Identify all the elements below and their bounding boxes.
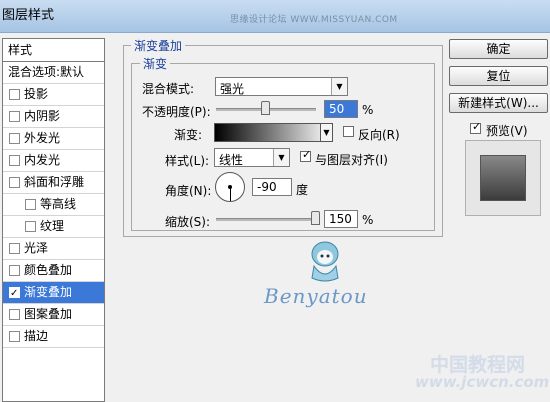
style-list-item[interactable]: 内阴影 (3, 106, 104, 128)
style-item-checkbox[interactable] (9, 331, 20, 342)
style-item-label: 内阴影 (24, 109, 61, 123)
preview-checkbox[interactable] (470, 120, 481, 134)
chevron-down-icon: ▼ (331, 78, 347, 95)
style-list-item[interactable]: 光泽 (3, 238, 104, 260)
style-item-checkbox[interactable] (9, 89, 20, 100)
style-item-checkbox[interactable] (25, 221, 36, 232)
blend-mode-select[interactable]: 强光 ▼ (215, 77, 348, 96)
opacity-label: 不透明度(P): (142, 105, 211, 119)
brand-signature: Benyatou (264, 284, 368, 308)
style-item-label: 渐变叠加 (24, 285, 73, 299)
gradient-label: 渐变: (174, 128, 203, 142)
blend-mode-value: 强光 (220, 82, 245, 96)
style-item-label: 内发光 (24, 153, 61, 167)
style-list-item[interactable]: 渐变叠加 (3, 282, 104, 304)
reset-button[interactable]: 复位 (449, 66, 548, 86)
angle-label: 角度(N): (165, 184, 212, 198)
style-item-checkbox[interactable] (9, 111, 20, 122)
angle-dial[interactable] (215, 172, 245, 202)
angle-unit: 度 (296, 183, 309, 197)
style-item-checkbox[interactable] (9, 177, 20, 188)
title-bar: 图层样式 思缘设计论坛 WWW.MISSYUAN.COM (0, 0, 550, 33)
gradient-subgroup-title: 渐变 (140, 55, 171, 72)
style-item-label: 光泽 (24, 241, 49, 255)
style-item-checkbox[interactable] (25, 199, 36, 210)
scale-slider-track[interactable] (216, 218, 316, 221)
style-item-checkbox[interactable] (9, 283, 20, 304)
style-list-panel: 样式 混合选项:默认投影内阴影外发光内发光斜面和浮雕等高线纹理光泽颜色叠加渐变叠… (2, 38, 105, 402)
style-item-checkbox[interactable] (9, 133, 20, 144)
style-select[interactable]: 线性 ▼ (214, 148, 290, 167)
angle-input[interactable]: -90 (252, 178, 292, 196)
align-with-layer-label: 与图层对齐(I) (315, 153, 388, 167)
angle-dial-needle (230, 187, 231, 201)
style-item-label: 纹理 (40, 219, 65, 233)
style-list: 混合选项:默认投影内阴影外发光内发光斜面和浮雕等高线纹理光泽颜色叠加渐变叠加图案… (3, 62, 104, 348)
blend-mode-label: 混合模式: (142, 82, 195, 96)
style-item-label: 混合选项:默认 (8, 65, 85, 79)
style-item-label: 外发光 (24, 131, 61, 145)
opacity-percent: % (362, 103, 374, 117)
style-item-label: 投影 (24, 87, 49, 101)
style-list-item[interactable]: 斜面和浮雕 (3, 172, 104, 194)
style-item-label: 图案叠加 (24, 307, 73, 321)
opacity-input[interactable]: 50 (324, 100, 358, 118)
style-list-item[interactable]: 投影 (3, 84, 104, 106)
opacity-slider-thumb[interactable] (261, 101, 270, 115)
watermark-text: 思缘设计论坛 WWW.MISSYUAN.COM (230, 15, 398, 25)
style-item-checkbox[interactable] (9, 155, 20, 166)
gradient-overlay-title: 渐变叠加 (131, 37, 186, 54)
scale-slider-thumb[interactable] (311, 211, 320, 225)
scale-label: 缩放(S): (165, 215, 211, 229)
style-list-item[interactable]: 描边 (3, 326, 104, 348)
dialog-title: 图层样式 (2, 8, 55, 23)
chevron-down-icon[interactable]: ▼ (320, 123, 333, 142)
style-item-label: 等高线 (40, 197, 77, 211)
style-preview-swatch (480, 155, 526, 201)
scale-percent: % (362, 213, 374, 227)
style-item-checkbox[interactable] (9, 265, 20, 276)
style-list-item[interactable]: 纹理 (3, 216, 104, 238)
style-list-item[interactable]: 图案叠加 (3, 304, 104, 326)
watermark-url: www.jcwcn.com (415, 373, 550, 391)
style-list-item[interactable]: 颜色叠加 (3, 260, 104, 282)
ok-button[interactable]: 确定 (449, 39, 548, 59)
style-item-label: 斜面和浮雕 (24, 175, 85, 189)
style-list-item[interactable]: 外发光 (3, 128, 104, 150)
style-list-header[interactable]: 样式 (3, 39, 104, 62)
align-with-layer-checkbox[interactable] (300, 148, 311, 162)
reverse-checkbox[interactable] (343, 126, 354, 137)
style-item-label: 描边 (24, 329, 49, 343)
style-item-checkbox[interactable] (9, 243, 20, 254)
reverse-label: 反向(R) (358, 128, 400, 142)
scale-input[interactable]: 150 (324, 210, 358, 228)
style-list-item[interactable]: 等高线 (3, 194, 104, 216)
layer-style-dialog: 图层样式 思缘设计论坛 WWW.MISSYUAN.COM 样式 混合选项:默认投… (0, 0, 550, 402)
mascot-illustration (311, 241, 339, 282)
gradient-picker[interactable]: ▼ (214, 123, 333, 142)
style-item-checkbox[interactable] (9, 309, 20, 320)
style-list-item[interactable]: 内发光 (3, 150, 104, 172)
style-value: 线性 (219, 153, 244, 167)
new-style-button[interactable]: 新建样式(W)... (449, 93, 548, 113)
style-item-label: 颜色叠加 (24, 263, 73, 277)
style-list-item[interactable]: 混合选项:默认 (3, 62, 104, 84)
style-preview (465, 140, 541, 216)
preview-label: 预览(V) (486, 124, 528, 138)
style-label: 样式(L): (165, 154, 210, 168)
chevron-down-icon: ▼ (273, 149, 289, 166)
